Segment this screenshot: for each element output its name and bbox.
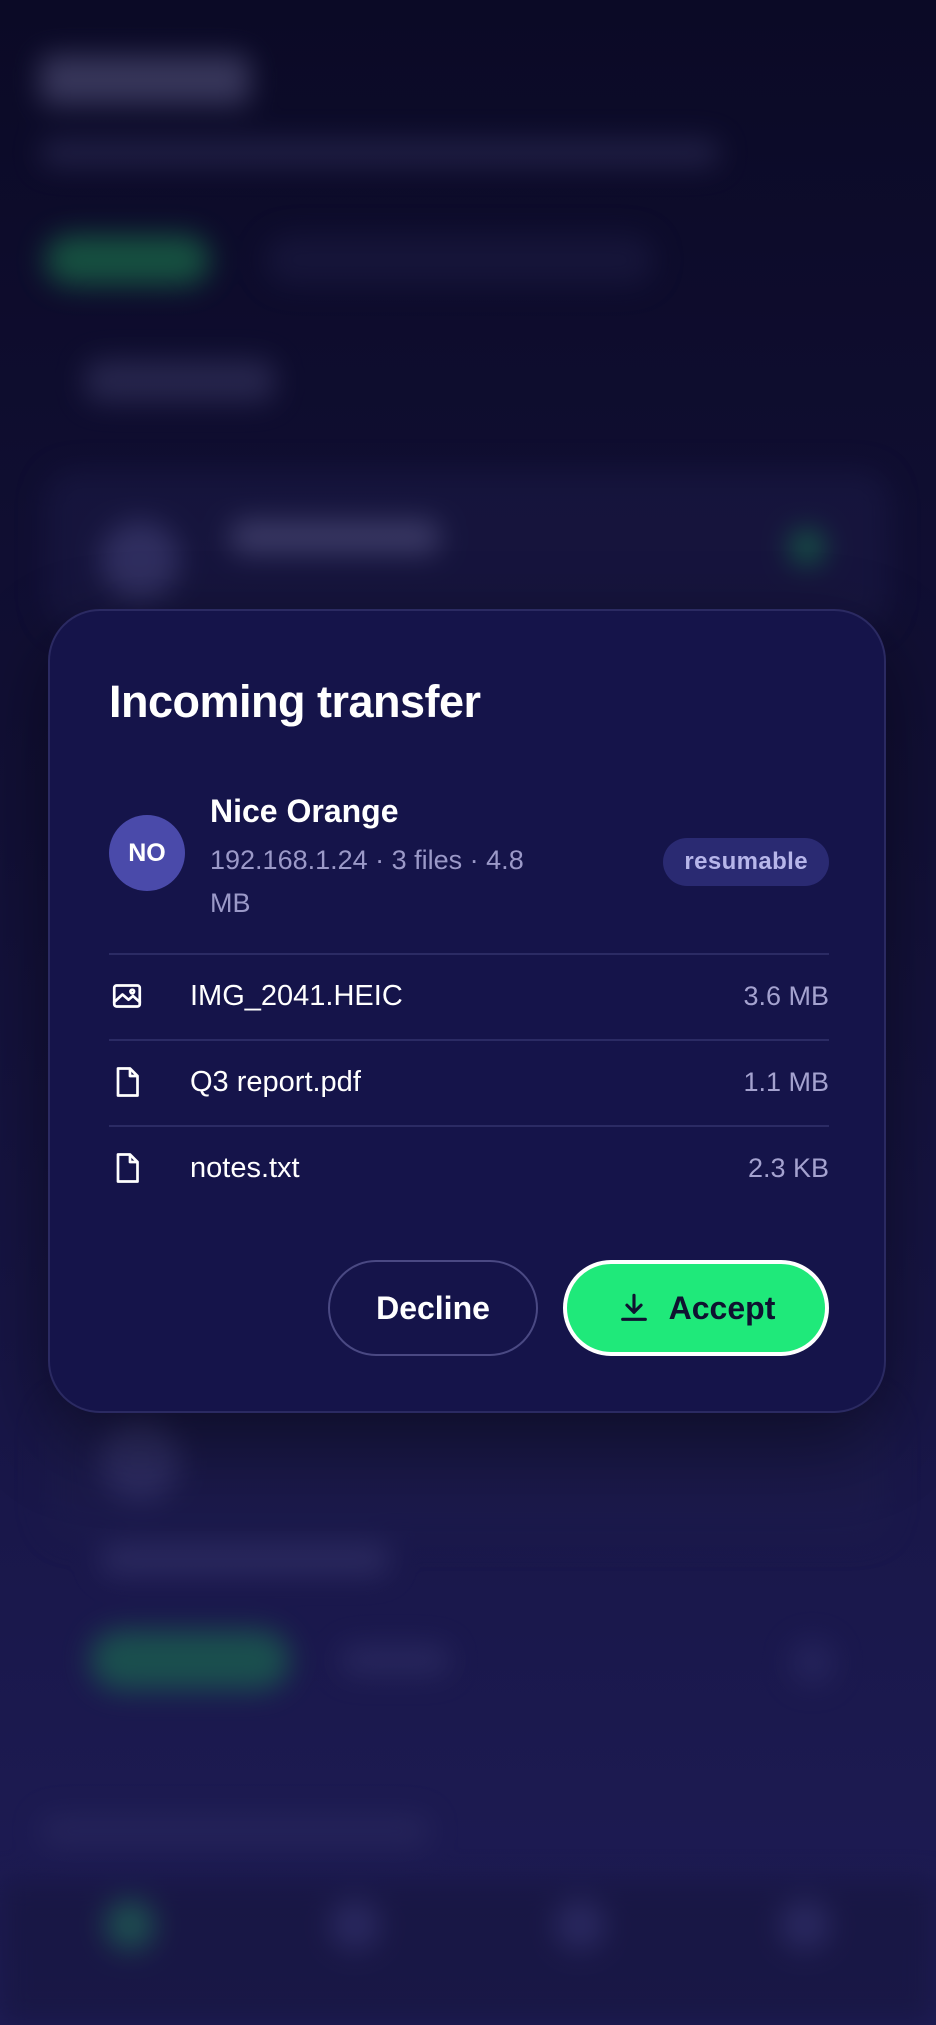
file-name: IMG_2041.HEIC: [190, 980, 403, 1012]
background-green-pill: [45, 235, 210, 285]
decline-button[interactable]: Decline: [328, 1260, 538, 1356]
file-size: 2.3 KB: [747, 1153, 829, 1183]
file-list: IMG_2041.HEIC 3.6 MB Q3 report.pdf 1.1 M…: [109, 953, 829, 1211]
background-nav-icon-1: [105, 1900, 155, 1950]
sender-name: Nice Orange: [210, 793, 399, 829]
background-dark-pill: [265, 235, 655, 285]
background-round-button: [790, 1640, 835, 1685]
dialog-title: Incoming transfer: [109, 676, 481, 727]
background-text-line: [100, 1545, 390, 1575]
accept-button-label: Accept: [668, 1289, 776, 1326]
background-avatar: [100, 520, 180, 600]
download-icon: [620, 1293, 647, 1321]
background-avatar-2: [100, 1420, 180, 1500]
sender-info: NO Nice Orange 192.168.1.24 · 3 files · …: [109, 791, 829, 921]
file-row: Q3 report.pdf 1.1 MB: [109, 1041, 829, 1127]
file-row: IMG_2041.HEIC 3.6 MB: [109, 955, 829, 1041]
image-file-icon: [112, 984, 142, 1008]
resumable-badge: resumable: [663, 838, 829, 886]
background-title-placeholder: [40, 55, 250, 105]
document-file-icon: [116, 1153, 139, 1183]
background-nav-icon-2: [330, 1900, 380, 1950]
accept-button[interactable]: Accept: [563, 1260, 829, 1356]
sender-avatar: NO: [109, 815, 185, 891]
incoming-transfer-dialog: Incoming transfer NO Nice Orange 192.168…: [48, 609, 886, 1413]
file-size: 1.1 MB: [743, 1067, 829, 1097]
background-nav-icon-3: [555, 1900, 605, 1950]
background-footer-text: [40, 1815, 430, 1847]
background-status-dot: [790, 530, 824, 564]
document-file-icon: [116, 1067, 139, 1097]
file-name: Q3 report.pdf: [190, 1066, 361, 1098]
background-back-link: [85, 360, 275, 402]
background-green-button: [90, 1630, 290, 1690]
background-text-snippet: [340, 1645, 450, 1675]
decline-button-label: Decline: [376, 1289, 490, 1326]
background-subtitle-placeholder: [40, 140, 720, 166]
background-nav-icon-4: [780, 1900, 830, 1950]
sender-meta: 192.168.1.24 · 3 files · 4.8 MB: [210, 845, 524, 918]
file-size: 3.6 MB: [743, 981, 829, 1011]
file-row: notes.txt 2.3 KB: [109, 1127, 829, 1211]
file-name: notes.txt: [190, 1152, 300, 1184]
background-device-name: [230, 520, 440, 554]
